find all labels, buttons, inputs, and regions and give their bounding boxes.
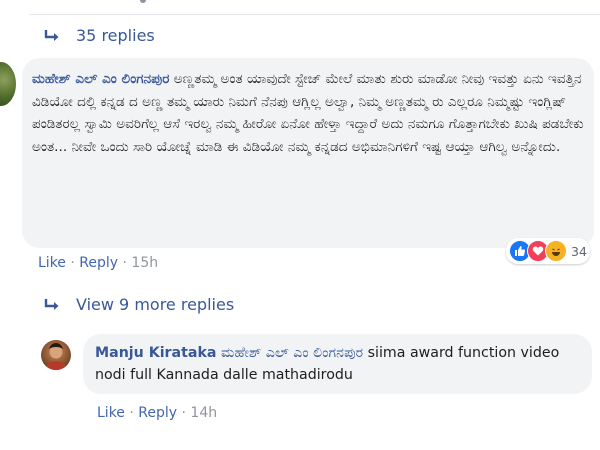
reaction-summary[interactable]: 34 xyxy=(506,238,590,264)
reply-timestamp[interactable]: 14h xyxy=(190,405,217,421)
reply-author[interactable]: Manju Kirataka xyxy=(95,345,217,361)
replies-link[interactable]: 35 replies xyxy=(44,26,155,45)
reply-like-button[interactable]: Like xyxy=(97,405,125,421)
comment-like-button[interactable]: Like xyxy=(38,255,66,271)
replies-link-label: 35 replies xyxy=(76,26,155,45)
comment-timestamp[interactable]: 15h xyxy=(131,255,158,271)
comment-actions: Like · Reply · 15h xyxy=(38,255,158,271)
reaction-count: 34 xyxy=(571,243,587,259)
reply-reply-button[interactable]: Reply xyxy=(138,405,177,421)
replier-avatar[interactable] xyxy=(41,340,71,370)
reply-mention[interactable]: ಮಹೇಶ್ ಎಲ್ ಎಂ ಲಿಂಗನಪುರ xyxy=(221,345,363,361)
commenter-avatar[interactable] xyxy=(0,62,16,106)
separator-dot xyxy=(140,0,146,3)
comment-author[interactable]: ಮಹೇಶ್ ಎಲ್ ಎಂ ಲಿಂಗನಪುರ xyxy=(32,71,169,87)
action-separator: · xyxy=(70,255,75,271)
action-separator: · xyxy=(181,405,186,421)
person-photo-icon xyxy=(45,343,67,370)
reply-arrow-icon xyxy=(44,29,59,41)
reply-bubble: Manju Kirataka ಮಹೇಶ್ ಎಲ್ ಎಂ ಲಿಂಗನಪುರ sii… xyxy=(83,334,592,394)
reply-actions: Like · Reply · 14h xyxy=(97,405,217,421)
comment-reply-button[interactable]: Reply xyxy=(79,255,118,271)
reply-arrow-icon xyxy=(44,298,59,310)
haha-icon xyxy=(545,240,567,262)
view-more-replies-label: View 9 more replies xyxy=(76,295,235,314)
action-separator: · xyxy=(129,405,134,421)
view-more-replies-link[interactable]: View 9 more replies xyxy=(44,295,234,314)
previous-comment-fragment xyxy=(30,0,600,15)
action-separator: · xyxy=(122,255,127,271)
comment-bubble: ಮಹೇಶ್ ಎಲ್ ಎಂ ಲಿಂಗನಪುರ ಅಣ್ಣತಮ್ಮ ಅಂತ ಯಾವುದ… xyxy=(22,58,594,248)
